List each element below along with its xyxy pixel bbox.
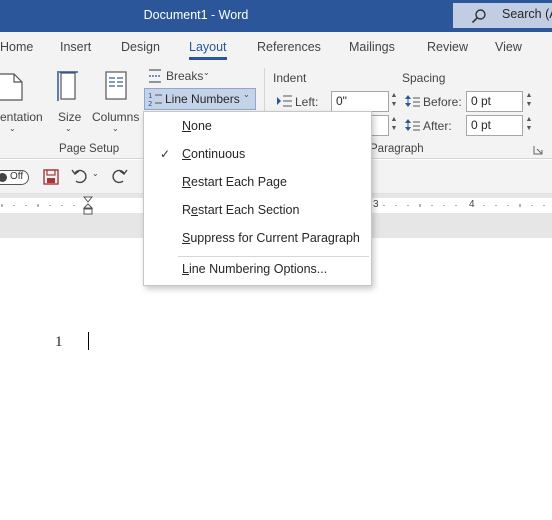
search-icon: [471, 9, 486, 24]
title-bar: Document1 - Word Search (A: [0, 0, 552, 32]
breaks-label: Breaks: [166, 69, 204, 83]
chevron-down-icon: ⌄: [65, 124, 72, 133]
undo-dropdown-icon[interactable]: ⌄: [92, 169, 99, 178]
search-label: Search (A: [502, 7, 552, 21]
search-box[interactable]: Search (A: [453, 3, 552, 28]
columns-icon: [105, 71, 127, 100]
menu-item-line-numbering-options[interactable]: Line Numbering Options...: [144, 257, 371, 283]
autosave-state: Off: [10, 171, 24, 182]
tab-home[interactable]: Home: [0, 40, 33, 54]
undo-icon[interactable]: [71, 168, 89, 184]
paragraph-group-label: Paragraph: [370, 143, 424, 155]
autosave-toggle[interactable]: Off: [0, 170, 29, 185]
ribbon-tabs: Home Insert Design Layout References Mai…: [0, 32, 552, 62]
orientation-icon: [0, 73, 23, 101]
window-title: Document1 - Word: [143, 8, 249, 22]
svg-text:1: 1: [148, 92, 152, 100]
svg-text:2: 2: [148, 100, 152, 107]
size-label: Size: [58, 110, 82, 124]
menu-item-continuous[interactable]: ✓ Continuous: [144, 142, 371, 168]
line-numbers-menu: None ✓ Continuous Restart Each Page Rest…: [143, 111, 372, 286]
menu-item-none-label: None: [182, 119, 212, 133]
columns-button[interactable]: Columns ⌄: [92, 68, 142, 133]
text-cursor: [88, 332, 89, 350]
spacing-before-spinner[interactable]: ▲ ▼: [524, 91, 534, 112]
menu-item-restart-each-page[interactable]: Restart Each Page: [144, 170, 371, 196]
dialog-launcher-icon[interactable]: [533, 145, 543, 155]
line-numbers-button[interactable]: 1 2 Line Numbers ⌄: [144, 88, 256, 110]
orientation-button[interactable]: entation ⌄: [0, 68, 48, 133]
spacing-after-spinner[interactable]: ▲ ▼: [524, 115, 534, 136]
breaks-button[interactable]: Breaks ⌄: [145, 68, 215, 86]
indent-left-icon: [277, 95, 292, 107]
line-number: 1: [55, 334, 63, 350]
redo-icon[interactable]: [110, 168, 128, 184]
tab-references[interactable]: References: [257, 40, 321, 54]
tab-insert[interactable]: Insert: [60, 40, 91, 54]
indent-label: Indent: [273, 71, 307, 85]
chevron-down-icon: ⌄: [9, 124, 16, 133]
spacing-before-icon: [405, 95, 420, 107]
indent-left-label: Left:: [295, 95, 319, 109]
tab-mailings[interactable]: Mailings: [349, 40, 395, 54]
line-numbers-label: Line Numbers: [165, 92, 240, 106]
spacing-label: Spacing: [402, 71, 446, 85]
checkmark-icon: ✓: [160, 147, 171, 161]
indent-marker-icon[interactable]: [83, 196, 93, 218]
columns-label: Columns: [92, 110, 140, 124]
size-icon: [57, 71, 78, 101]
page-setup-group-label: Page Setup: [59, 143, 120, 155]
tab-view[interactable]: View: [495, 40, 522, 54]
indent-left-input[interactable]: 0": [331, 91, 389, 112]
tab-design[interactable]: Design: [121, 40, 160, 54]
menu-item-restart-each-page-label: Restart Each Page: [182, 175, 287, 189]
save-icon[interactable]: [43, 169, 59, 185]
spacing-after-label: After:: [423, 119, 452, 133]
chevron-down-icon: ⌄: [112, 124, 119, 133]
tab-review[interactable]: Review: [427, 40, 468, 54]
ruler-mark-4: 4: [469, 199, 475, 210]
menu-item-none[interactable]: None: [144, 114, 371, 140]
size-button[interactable]: Size ⌄: [56, 68, 84, 133]
spacing-after-icon: [405, 119, 420, 131]
menu-item-suppress-current-paragraph[interactable]: Suppress for Current Paragraph: [144, 226, 371, 252]
spacing-before-label: Before:: [423, 95, 462, 109]
menu-item-options-label: Line Numbering Options...: [182, 262, 328, 276]
line-numbers-icon: 1 2: [148, 92, 162, 107]
chevron-down-icon: ⌄: [203, 68, 210, 77]
chevron-down-icon: ⌄: [243, 90, 250, 99]
indent-right-spinner[interactable]: ▲ ▼: [389, 115, 399, 136]
menu-item-suppress-label: Suppress for Current Paragraph: [182, 231, 360, 245]
orientation-label: entation: [0, 110, 43, 124]
spacing-after-input[interactable]: 0 pt: [466, 115, 523, 136]
breaks-icon: [149, 69, 161, 83]
menu-item-restart-each-section-label: Restart Each Section: [182, 203, 300, 217]
menu-item-restart-each-section[interactable]: Restart Each Section: [144, 198, 371, 224]
menu-item-continuous-label: Continuous: [182, 147, 246, 161]
toggle-knob: [0, 173, 7, 182]
ruler-mark-3: 3: [373, 199, 379, 210]
indent-left-spinner[interactable]: ▲ ▼: [389, 91, 399, 112]
tab-layout[interactable]: Layout: [189, 40, 227, 60]
spacing-before-input[interactable]: 0 pt: [466, 91, 523, 112]
